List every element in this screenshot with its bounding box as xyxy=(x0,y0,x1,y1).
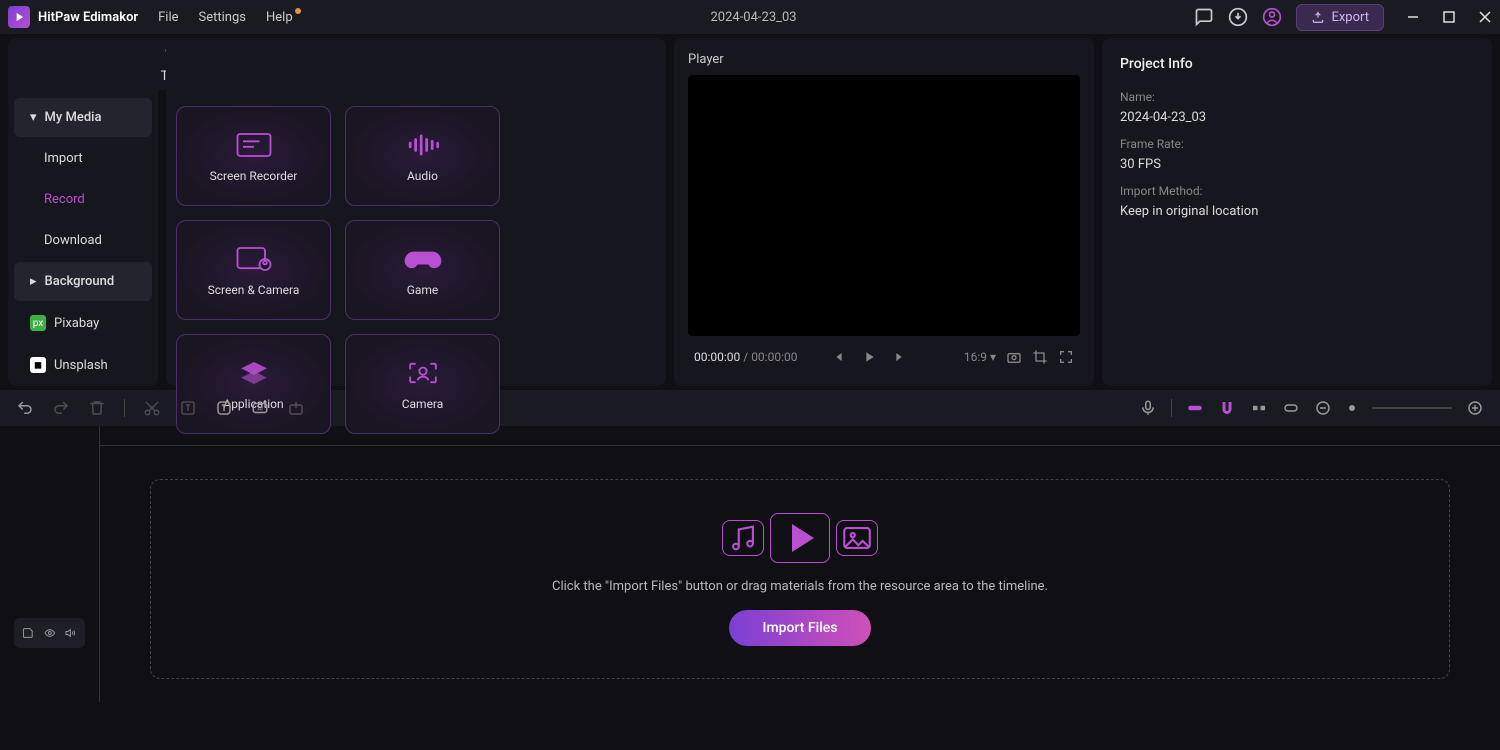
timeline-track-head xyxy=(0,426,100,702)
image-placeholder-icon xyxy=(836,520,878,556)
text-tool-icon[interactable] xyxy=(179,399,197,417)
crop-icon[interactable] xyxy=(1032,349,1048,365)
redo-icon[interactable] xyxy=(52,399,70,417)
dropzone-hint: Click the "Import Files" button or drag … xyxy=(552,579,1048,594)
next-frame-icon[interactable] xyxy=(891,349,907,365)
mic-icon[interactable] xyxy=(1139,399,1157,417)
unsplash-icon: ◼ xyxy=(30,357,46,373)
snapshot-icon[interactable] xyxy=(1006,349,1022,365)
sidebar-download[interactable]: Download xyxy=(14,221,152,260)
screen-recorder-icon xyxy=(232,129,276,161)
cut-icon[interactable] xyxy=(143,399,161,417)
export-button[interactable]: Export xyxy=(1296,4,1384,31)
camera-icon xyxy=(401,357,445,389)
aspect-ratio[interactable]: 16:9 ▾ xyxy=(964,350,996,364)
sidebar: ▾My Media Import Record Download ▸Backgr… xyxy=(8,38,158,386)
dropzone-illustration xyxy=(722,513,878,563)
zoom-reset-icon[interactable] xyxy=(1346,399,1358,417)
play-icon[interactable] xyxy=(861,349,877,365)
link-icon[interactable] xyxy=(1186,399,1204,417)
sidebar-pixabay[interactable]: pxPixabay xyxy=(14,303,152,343)
separator xyxy=(124,399,125,417)
card-screen-recorder[interactable]: Screen Recorder xyxy=(176,106,331,206)
mute-icon[interactable] xyxy=(65,626,77,640)
player-canvas[interactable] xyxy=(688,75,1080,336)
sidebar-import[interactable]: Import xyxy=(14,139,152,178)
menu-help[interactable]: Help xyxy=(266,10,293,25)
audio-icon xyxy=(401,129,445,161)
split-icon[interactable] xyxy=(1250,399,1268,417)
zoom-out-icon[interactable] xyxy=(1314,399,1332,417)
timeline: Click the "Import Files" button or drag … xyxy=(0,426,1500,702)
menu-file[interactable]: File xyxy=(158,10,178,25)
ai-icon[interactable]: AI xyxy=(251,399,269,417)
zoom-in-icon[interactable] xyxy=(1466,399,1484,417)
maximize-icon[interactable] xyxy=(1442,10,1456,24)
info-name-label: Name: xyxy=(1120,90,1474,104)
titlebar: HitPaw Edimakor File Settings Help 2024-… xyxy=(0,0,1500,34)
player-title: Player xyxy=(688,52,1080,67)
info-heading: Project Info xyxy=(1120,56,1474,72)
card-application[interactable]: Application xyxy=(176,334,331,434)
minimize-icon[interactable] xyxy=(1406,10,1420,24)
svg-text:AI: AI xyxy=(257,405,263,412)
info-import-value: Keep in original location xyxy=(1120,204,1474,219)
sidebar-background[interactable]: ▸Background xyxy=(14,262,152,301)
sidebar-my-media[interactable]: ▾My Media xyxy=(14,98,152,137)
feedback-icon[interactable] xyxy=(1194,7,1214,27)
magnet-icon[interactable] xyxy=(1218,399,1236,417)
timeline-ruler[interactable] xyxy=(100,426,1500,446)
card-game[interactable]: Game xyxy=(345,220,500,320)
pixabay-icon: px xyxy=(30,315,46,331)
info-fps-label: Frame Rate: xyxy=(1120,137,1474,151)
download-icon[interactable] xyxy=(1228,7,1248,27)
zoom-slider[interactable] xyxy=(1372,407,1452,409)
chevron-down-icon: ▾ xyxy=(30,110,37,125)
sidebar-unsplash[interactable]: ◼Unsplash xyxy=(14,345,152,385)
app-logo xyxy=(8,6,30,28)
undo-icon[interactable] xyxy=(16,399,34,417)
menu-settings[interactable]: Settings xyxy=(199,10,246,25)
info-fps-value: 30 FPS xyxy=(1120,157,1474,172)
info-name-value: 2024-04-23_03 xyxy=(1120,110,1474,125)
music-placeholder-icon xyxy=(722,520,764,556)
close-icon[interactable] xyxy=(1478,10,1492,24)
game-icon xyxy=(401,243,445,275)
export-label: Export xyxy=(1331,10,1369,25)
project-title: 2024-04-23_03 xyxy=(313,10,1195,25)
app-name: HitPaw Edimakor xyxy=(38,10,138,25)
sidebar-record[interactable]: Record xyxy=(14,180,152,219)
delete-icon[interactable] xyxy=(88,399,106,417)
prev-frame-icon[interactable] xyxy=(831,349,847,365)
import-files-button[interactable]: Import Files xyxy=(729,610,872,646)
screen-camera-icon xyxy=(232,243,276,275)
fit-icon[interactable] xyxy=(1282,399,1300,417)
timeline-dropzone[interactable]: Click the "Import Files" button or drag … xyxy=(150,479,1450,679)
save-icon[interactable] xyxy=(22,626,34,640)
card-audio[interactable]: Audio xyxy=(345,106,500,206)
fullscreen-icon[interactable] xyxy=(1058,349,1074,365)
info-panel: Project Info Name: 2024-04-23_03 Frame R… xyxy=(1102,38,1492,386)
video-placeholder-icon xyxy=(770,513,830,563)
record-grid: Screen Recorder Audio Screen & Camera Ga… xyxy=(166,38,666,386)
export-clip-icon[interactable] xyxy=(287,399,305,417)
account-icon[interactable] xyxy=(1262,7,1282,27)
separator xyxy=(1171,399,1172,417)
application-icon xyxy=(232,357,276,389)
timecode: 00:00:00 / 00:00:00 xyxy=(694,350,797,364)
text-tool2-icon[interactable] xyxy=(215,399,233,417)
visibility-icon[interactable] xyxy=(44,626,56,640)
info-import-label: Import Method: xyxy=(1120,184,1474,198)
player-panel: Player 00:00:00 / 00:00:00 16:9 ▾ xyxy=(674,38,1094,386)
card-camera[interactable]: Camera xyxy=(345,334,500,434)
chevron-right-icon: ▸ xyxy=(30,274,37,289)
card-screen-camera[interactable]: Screen & Camera xyxy=(176,220,331,320)
